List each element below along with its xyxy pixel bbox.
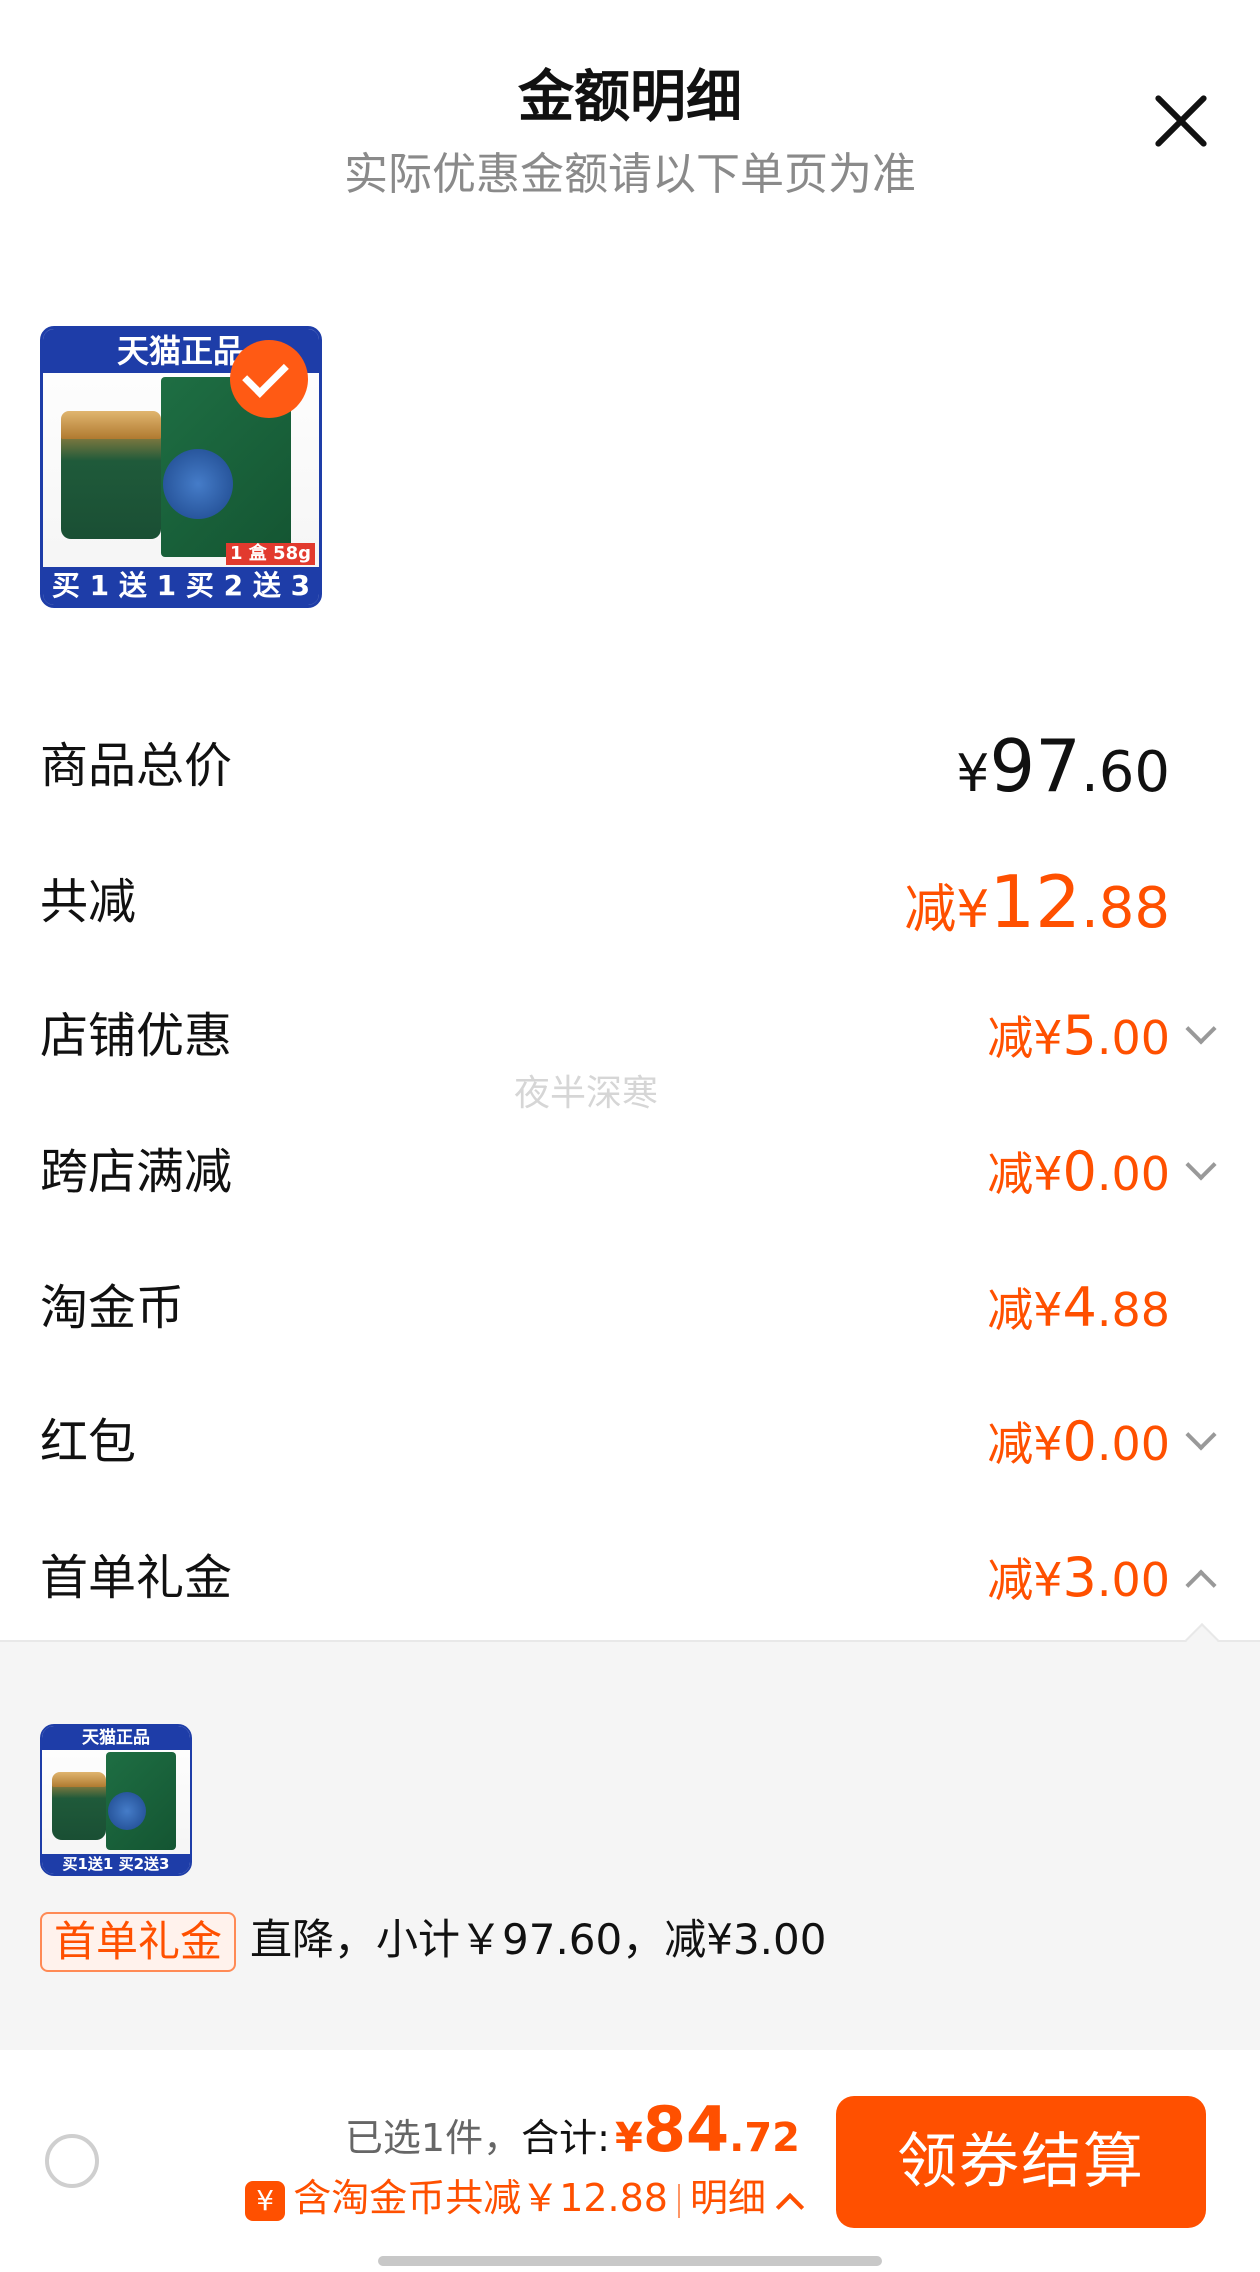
total-discount-value: 减¥12.88: [904, 860, 1170, 944]
discount-value: 减¥3.00: [987, 1546, 1170, 1609]
discount-label: 淘金币: [40, 1280, 185, 1336]
discount-label: 首单礼金: [40, 1550, 233, 1606]
discount-label: 红包: [40, 1414, 137, 1470]
product-jar-cap: [52, 1772, 106, 1787]
product-jar-cap: [61, 411, 161, 439]
divider: [677, 2183, 680, 2218]
discount-value: 减¥0.00: [987, 1410, 1170, 1473]
discount-label: 跨店满减: [40, 1144, 233, 1200]
weight-tag: 1 盒 58g: [226, 543, 315, 565]
detail-link[interactable]: 明细: [690, 2176, 766, 2220]
discount-value: 减¥0.00: [987, 1140, 1170, 1203]
total-price-label: 商品总价: [40, 738, 233, 794]
chevron-up-icon[interactable]: [1180, 1558, 1220, 1598]
total-price-row: 商品总价 ¥97.60: [40, 716, 1220, 816]
watermark: 夜半深寒: [514, 1073, 659, 1114]
discount-value: 减¥5.00: [987, 1004, 1170, 1067]
selected-check-icon[interactable]: [230, 340, 308, 418]
product-thumbnail-small: 天猫正品 买1送1 买2送3: [40, 1724, 192, 1876]
chevron-down-icon[interactable]: [1180, 1152, 1220, 1192]
coin-icon: ¥: [245, 2180, 286, 2221]
first-order-gift-tag: 首单礼金: [40, 1912, 237, 1972]
product-box-graphic: [163, 449, 233, 519]
total-label: 合计:: [521, 2116, 610, 2160]
home-indicator[interactable]: [378, 2256, 882, 2266]
sheet-title: 金额明细: [518, 65, 742, 130]
total-discount-row: 共减 减¥12.88: [40, 852, 1220, 952]
coin-discount-text: 含淘金币共减￥12.88: [293, 2176, 668, 2220]
discount-value: 减¥4.88: [987, 1276, 1170, 1339]
total-amount: ¥84.72: [615, 2093, 800, 2166]
total-discount-label: 共减: [40, 874, 137, 930]
selected-count: 已选1件，: [344, 2116, 522, 2160]
discount-row-first-order-gift[interactable]: 首单礼金 减¥3.00: [40, 1528, 1220, 1628]
checkout-button[interactable]: 领券结算: [836, 2096, 1206, 2228]
first-order-gift-description: 直降，小计￥97.60，减¥3.00: [250, 1915, 827, 1964]
promo-strip: 买 1 送 1 买 2 送 3: [43, 567, 319, 605]
total-price-value: ¥97.60: [956, 724, 1170, 808]
chevron-up-icon[interactable]: [775, 2192, 805, 2221]
select-all-radio[interactable]: [45, 2134, 99, 2188]
discount-label: 店铺优惠: [40, 1008, 233, 1064]
discount-row-red-packet[interactable]: 红包 减¥0.00: [40, 1392, 1220, 1492]
close-icon[interactable]: [1140, 88, 1220, 168]
coin-discount-line[interactable]: ¥ 含淘金币共减￥12.88 明细: [245, 2170, 805, 2226]
chevron-down-icon[interactable]: [1180, 1016, 1220, 1056]
sheet-subtitle: 实际优惠金额请以下单页为准: [344, 149, 916, 200]
promo-strip: 买1送1 买2送3: [42, 1854, 190, 1874]
discount-row-cross-store[interactable]: 跨店满减 减¥0.00: [40, 1122, 1220, 1222]
product-box-graphic: [108, 1792, 146, 1830]
tmall-authentic-badge: 天猫正品: [42, 1726, 190, 1750]
chevron-down-icon[interactable]: [1180, 1422, 1220, 1462]
discount-row-taojinbi: 淘金币 减¥4.88: [40, 1258, 1220, 1358]
